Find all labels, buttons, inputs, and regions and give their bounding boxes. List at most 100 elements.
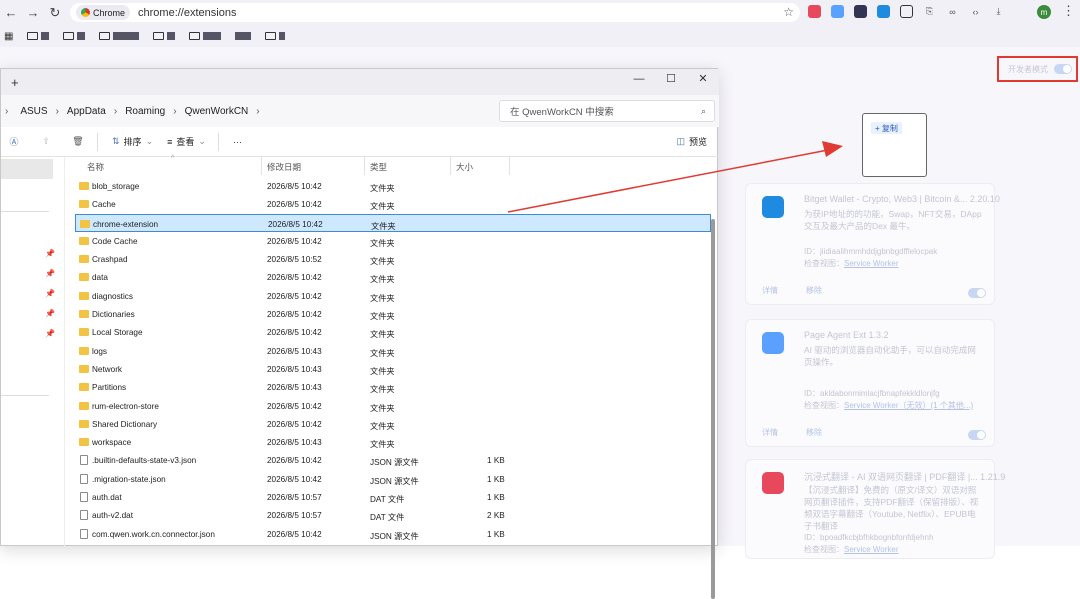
column-date[interactable]: 修改日期 [267, 161, 301, 173]
table-row[interactable]: .builtin-defaults-state-v3.json 2026/8/5 … [75, 451, 711, 469]
column-divider[interactable] [509, 157, 510, 175]
table-row[interactable]: com.qwen.work.cn.connector.json 2026/8/5 … [75, 525, 711, 543]
sort-button[interactable]: ⇅ 排序 ⌄ [112, 135, 153, 148]
file-type: JSON 源文件 [370, 531, 419, 541]
service-worker-link[interactable]: Service Worker [844, 545, 899, 554]
share-icon[interactable]: ⇪ [39, 136, 53, 147]
developer-mode-toggle[interactable] [1054, 64, 1072, 74]
file-type: 文件夹 [370, 238, 395, 248]
url-text[interactable]: chrome://extensions [138, 7, 236, 19]
search-input[interactable]: 在 QwenWorkCN 中搜索 ⌕ [499, 100, 715, 122]
rename-icon[interactable]: Ⓐ [7, 135, 21, 148]
avatar[interactable]: m [1037, 5, 1051, 19]
delete-icon[interactable]: 🗑 [71, 136, 85, 147]
table-row[interactable]: auth.dat 2026/8/5 10:57 DAT 文件 1 KB [75, 488, 711, 506]
nav-selected-item[interactable] [1, 159, 53, 179]
column-type[interactable]: 类型 [370, 161, 387, 173]
drop-target[interactable]: + 复制 [862, 113, 927, 177]
minimize-icon[interactable]: — [623, 69, 655, 89]
column-divider[interactable] [364, 157, 365, 175]
site-chip[interactable]: Chrome [76, 5, 131, 20]
details-button[interactable]: 详情 [762, 285, 778, 296]
column-divider[interactable] [261, 157, 262, 175]
table-row[interactable]: Partitions 2026/8/5 10:43 文件夹 [75, 378, 711, 396]
table-row[interactable]: data 2026/8/5 10:42 文件夹 [75, 268, 711, 286]
extension-icon[interactable] [808, 5, 821, 18]
folder-icon [153, 32, 165, 40]
table-row[interactable]: auth-v2.dat 2026/8/5 10:57 DAT 文件 2 KB [75, 506, 711, 524]
bookmark-folder[interactable] [63, 32, 86, 40]
bookmark-star-icon[interactable]: ☆ [783, 5, 794, 19]
details-button[interactable]: 详情 [762, 427, 778, 438]
new-tab-button[interactable]: + [11, 75, 19, 90]
bookmark-folder[interactable] [189, 32, 222, 40]
bookmark-folder[interactable] [153, 32, 176, 40]
scrollbar[interactable] [711, 219, 715, 599]
table-row[interactable]: logs 2026/8/5 10:43 文件夹 [75, 342, 711, 360]
service-worker-link[interactable]: Service Worker [844, 259, 899, 268]
extension-toggle[interactable] [968, 288, 986, 298]
table-row[interactable]: Dictionaries 2026/8/5 10:42 文件夹 [75, 305, 711, 323]
address-bar[interactable]: Chrome chrome://extensions ☆ [70, 3, 800, 22]
menu-icon[interactable]: ⋮ [1062, 3, 1075, 19]
file-name: Dictionaries [92, 310, 135, 320]
close-icon[interactable]: ✕ [687, 69, 719, 89]
bookmark-folder[interactable] [265, 32, 286, 40]
table-row[interactable]: blob_storage 2026/8/5 10:42 文件夹 [75, 177, 711, 195]
bookmark-folder[interactable] [235, 32, 252, 40]
back-icon[interactable]: ← [0, 5, 22, 20]
table-row[interactable]: Cache 2026/8/5 10:42 文件夹 [75, 195, 711, 213]
preview-button[interactable]: ◫ 预览 [676, 135, 707, 148]
file-size: 2 KB [487, 511, 505, 521]
inspect-label: 检查视图： [804, 401, 844, 410]
breadcrumb-item[interactable]: AppData [67, 106, 106, 117]
folder-icon [265, 32, 277, 40]
breadcrumb-item[interactable]: ASUS [20, 106, 47, 117]
table-row[interactable]: rum-electron-store 2026/8/5 10:42 文件夹 [75, 397, 711, 415]
code-icon[interactable]: ‹› [969, 5, 982, 18]
extension-icon[interactable] [877, 5, 890, 18]
folder-icon [79, 364, 89, 373]
developer-mode-toggle-highlight[interactable]: 开发者模式 [997, 56, 1078, 82]
maximize-icon[interactable]: ☐ [655, 69, 687, 89]
table-row[interactable]: .migration-state.json 2026/8/5 10:42 JSON … [75, 470, 711, 488]
breadcrumb-item[interactable]: Roaming [125, 106, 165, 117]
more-button[interactable]: ··· [233, 137, 242, 147]
column-divider[interactable] [450, 157, 451, 175]
service-worker-link[interactable]: Service Worker（无效）(1 个其他...) [844, 401, 973, 410]
remove-button[interactable]: 移除 [806, 427, 822, 438]
translate-icon[interactable]: ⎘ [923, 5, 936, 18]
view-button[interactable]: ≡ 查看 ⌄ [167, 135, 206, 148]
remove-button[interactable]: 移除 [806, 285, 822, 296]
apps-icon[interactable]: ▦ [4, 31, 13, 42]
search-icon[interactable]: ⌕ [701, 106, 706, 117]
file-type: 文件夹 [370, 184, 395, 193]
extension-card: 沉浸式翻译 - AI 双语网页翻译 | PDF翻译 |... 1.21.9 【沉… [745, 459, 1005, 559]
extension-icon[interactable] [831, 5, 844, 18]
file-name: diagnostics [92, 291, 133, 301]
extension-icon[interactable] [854, 5, 867, 18]
download-icon[interactable]: ⤓ [992, 5, 1005, 18]
column-name[interactable]: 名称 [87, 161, 104, 173]
table-row[interactable]: Local Storage 2026/8/5 10:42 文件夹 [75, 323, 711, 341]
column-size[interactable]: 大小 [456, 161, 473, 173]
extension-toggle[interactable] [968, 430, 986, 440]
reload-icon[interactable]: ↻ [44, 5, 66, 21]
bookmark-folder[interactable] [99, 32, 140, 40]
table-row[interactable]: diagnostics 2026/8/5 10:42 文件夹 [75, 287, 711, 305]
table-row[interactable]: Code Cache 2026/8/5 10:42 文件夹 [75, 232, 711, 250]
table-row[interactable]: workspace 2026/8/5 10:43 文件夹 [75, 433, 711, 451]
table-row[interactable]: Network 2026/8/5 10:43 文件夹 [75, 360, 711, 378]
table-row[interactable]: Shared Dictionary 2026/8/5 10:42 文件夹 [75, 415, 711, 433]
breadcrumb-item[interactable]: QwenWorkCN [185, 106, 249, 117]
file-name: data [92, 273, 108, 283]
table-row[interactable]: chrome-extension 2026/8/5 10:42 文件夹 [75, 213, 711, 232]
link-icon[interactable]: ∞ [946, 5, 959, 18]
sort-label: 排序 [123, 137, 142, 147]
extension-card: Page Agent Ext 1.3.2 AI 驱动的浏览器自动化助手，可以自动… [745, 319, 995, 447]
file-size: 1 KB [487, 493, 505, 503]
table-row[interactable]: Crashpad 2026/8/5 10:52 文件夹 [75, 250, 711, 268]
puzzle-icon[interactable] [900, 5, 913, 18]
bookmark-folder[interactable] [27, 32, 50, 40]
forward-icon[interactable]: → [22, 5, 44, 20]
